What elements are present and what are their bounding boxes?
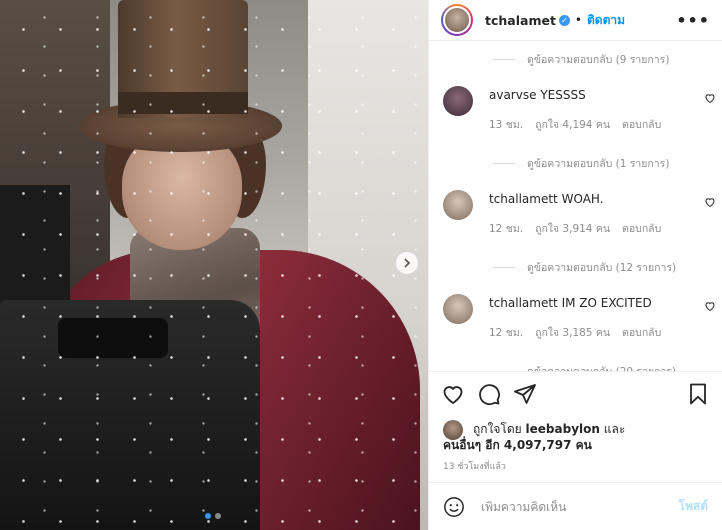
like-button[interactable]	[441, 382, 465, 406]
save-button[interactable]	[686, 382, 710, 406]
comment-reply-button[interactable]: ตอบกลับ	[622, 324, 661, 341]
view-replies-label: ดูข้อความตอบกลับ (1 รายการ)	[527, 157, 670, 170]
likes-prefix: ถูกใจโดย	[473, 422, 522, 436]
follow-button[interactable]: ติดตาม	[587, 11, 625, 30]
comment-body: WOAH.	[561, 192, 604, 206]
comment-avatar[interactable]	[443, 86, 473, 116]
next-slide-button[interactable]	[396, 252, 418, 274]
heart-icon	[705, 94, 715, 104]
chevron-right-icon	[404, 258, 411, 268]
comment-input[interactable]	[481, 499, 679, 514]
comment-username[interactable]: tchallamett	[489, 296, 558, 310]
view-replies-link[interactable]: ดูข้อความตอบกลับ (1 รายการ)	[429, 152, 722, 174]
header-separator: •	[574, 13, 582, 27]
heart-icon	[705, 198, 715, 208]
comment-reply-button[interactable]: ตอบกลับ	[622, 220, 661, 237]
comment-meta: 13 ชม. ถูกใจ 4,194 คน ตอบกลับ	[489, 116, 661, 133]
comment-text: tchallamett IM ZO EXCITED	[489, 296, 652, 310]
comment-body: IM ZO EXCITED	[561, 296, 652, 310]
emoji-button[interactable]	[443, 496, 465, 518]
author-avatar-image	[443, 6, 471, 34]
comment-username[interactable]: tchallamett	[489, 192, 558, 206]
comment-username[interactable]: avarvse	[489, 88, 536, 102]
comment-avatar[interactable]	[443, 190, 473, 220]
liker-username[interactable]: leebabylon	[526, 422, 600, 436]
author-username[interactable]: tchalamet	[485, 13, 556, 28]
comment-age: 12 ชม.	[489, 223, 524, 235]
comment-item: tchallamett WOAH. 12 ชม. ถูกใจ 3,914 คน …	[429, 184, 722, 256]
comment-likes[interactable]: ถูกใจ 3,914 คน	[535, 220, 610, 237]
bookmark-icon	[690, 383, 706, 405]
comment-meta: 12 ชม. ถูกใจ 3,914 คน ตอบกลับ	[489, 220, 661, 237]
comment-body: YESSSS	[540, 88, 586, 102]
add-comment-bar: โพสต์	[429, 482, 722, 530]
heart-icon	[705, 302, 715, 312]
comment-text: tchallamett WOAH.	[489, 192, 604, 206]
smiley-icon	[444, 496, 464, 517]
comment-meta: 12 ชม. ถูกใจ 3,185 คน ตอบกลับ	[489, 324, 661, 341]
carousel-dots	[205, 513, 221, 519]
view-replies-link[interactable]: ดูข้อความตอบกลับ (20 รายการ)	[429, 360, 722, 371]
comment-reply-button[interactable]: ตอบกลับ	[622, 116, 661, 133]
paper-plane-icon	[514, 384, 536, 404]
author-avatar[interactable]	[441, 4, 473, 36]
comment-like-button[interactable]	[704, 300, 716, 315]
verified-badge-icon: ✓	[558, 14, 570, 26]
likes-suffix: และ	[603, 422, 626, 436]
likes-count-link[interactable]: คนอื่นๆ อีก 4,097,797 คน	[443, 436, 592, 455]
comment-avatar[interactable]	[443, 294, 473, 324]
comment-likes[interactable]: ถูกใจ 3,185 คน	[535, 324, 610, 341]
more-options-button[interactable]: •••	[676, 11, 710, 30]
comment-button[interactable]	[477, 382, 501, 406]
comment-age: 12 ชม.	[489, 327, 524, 339]
post-header: tchalamet ✓ • ติดตาม •••	[429, 0, 722, 41]
post-actions-bar	[429, 371, 722, 416]
view-replies-link[interactable]: ดูข้อความตอบกลับ (12 รายการ)	[429, 256, 722, 278]
view-replies-label: ดูข้อความตอบกลับ (12 รายการ)	[527, 261, 677, 274]
comment-bubble-icon	[479, 384, 500, 406]
reply-line	[493, 266, 515, 268]
photo-snow	[0, 0, 428, 530]
view-replies-label: ดูข้อความตอบกลับ (9 รายการ)	[527, 53, 670, 66]
comment-item: tchallamett IM ZO EXCITED 12 ชม. ถูกใจ 3…	[429, 288, 722, 360]
comment-like-button[interactable]	[704, 196, 716, 211]
post-timestamp[interactable]: 13 ชั่วโมงที่แล้ว	[443, 459, 506, 473]
reply-line	[493, 58, 515, 60]
carousel-dot-active	[205, 513, 211, 519]
post-side-panel: tchalamet ✓ • ติดตาม ••• ดูข้อความตอบกลั…	[428, 0, 722, 530]
heart-icon	[443, 386, 463, 405]
likes-summary: ถูกใจโดย leebabylon และ คนอื่นๆ อีก 4,09…	[443, 416, 710, 456]
view-replies-link[interactable]: ดูข้อความตอบกลับ (9 รายการ)	[429, 48, 722, 70]
comment-likes[interactable]: ถูกใจ 4,194 คน	[535, 116, 610, 133]
comment-text: avarvse YESSSS	[489, 88, 586, 102]
comment-like-button[interactable]	[704, 92, 716, 107]
view-replies-label: ดูข้อความตอบกลับ (20 รายการ)	[527, 363, 676, 372]
reply-line	[493, 162, 515, 164]
carousel-dot	[215, 513, 221, 519]
share-button[interactable]	[513, 382, 537, 406]
comments-list[interactable]: ดูข้อความตอบกลับ (9 รายการ) avarvse YESS…	[429, 41, 722, 371]
more-options-icon: •••	[676, 10, 710, 30]
post-comment-button[interactable]: โพสต์	[679, 497, 708, 516]
post-photo[interactable]	[0, 0, 428, 530]
comment-item: avarvse YESSSS 13 ชม. ถูกใจ 4,194 คน ตอบ…	[429, 80, 722, 152]
comment-age: 13 ชม.	[489, 119, 524, 131]
